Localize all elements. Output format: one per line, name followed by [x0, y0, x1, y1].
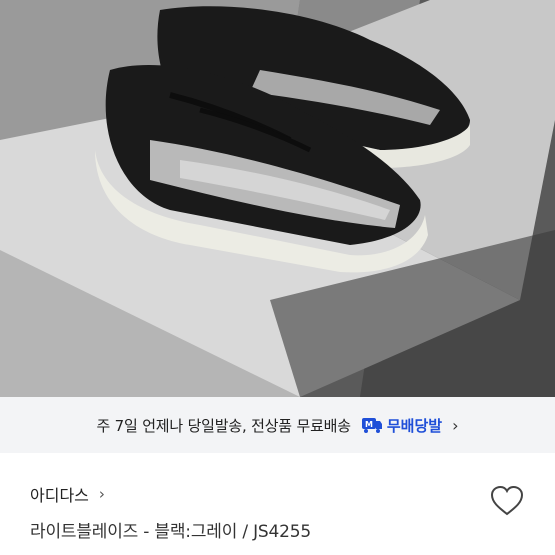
chevron-right-icon: › — [98, 485, 105, 503]
free-shipping-badge: 무배당발 — [386, 416, 443, 435]
chevron-right-icon: › — [452, 415, 459, 435]
product-title: 라이트블레이즈 - 블랙:그레이 / JS4255 — [30, 522, 311, 542]
shipping-banner[interactable]: 주 7일 언제나 당일발송, 전상품 무료배송 M 무배당발 › — [0, 397, 555, 453]
shipping-text: 주 7일 언제나 당일발송, 전상품 무료배송 — [96, 416, 352, 435]
heart-icon[interactable] — [488, 482, 526, 520]
svg-text:M: M — [365, 420, 373, 429]
sneaker-photo — [0, 0, 555, 397]
product-image[interactable] — [0, 0, 555, 397]
brand-name: 아디다스 — [30, 486, 89, 505]
brand-link[interactable]: 아디다스 › — [30, 482, 105, 506]
m-truck-icon: M — [361, 416, 383, 434]
